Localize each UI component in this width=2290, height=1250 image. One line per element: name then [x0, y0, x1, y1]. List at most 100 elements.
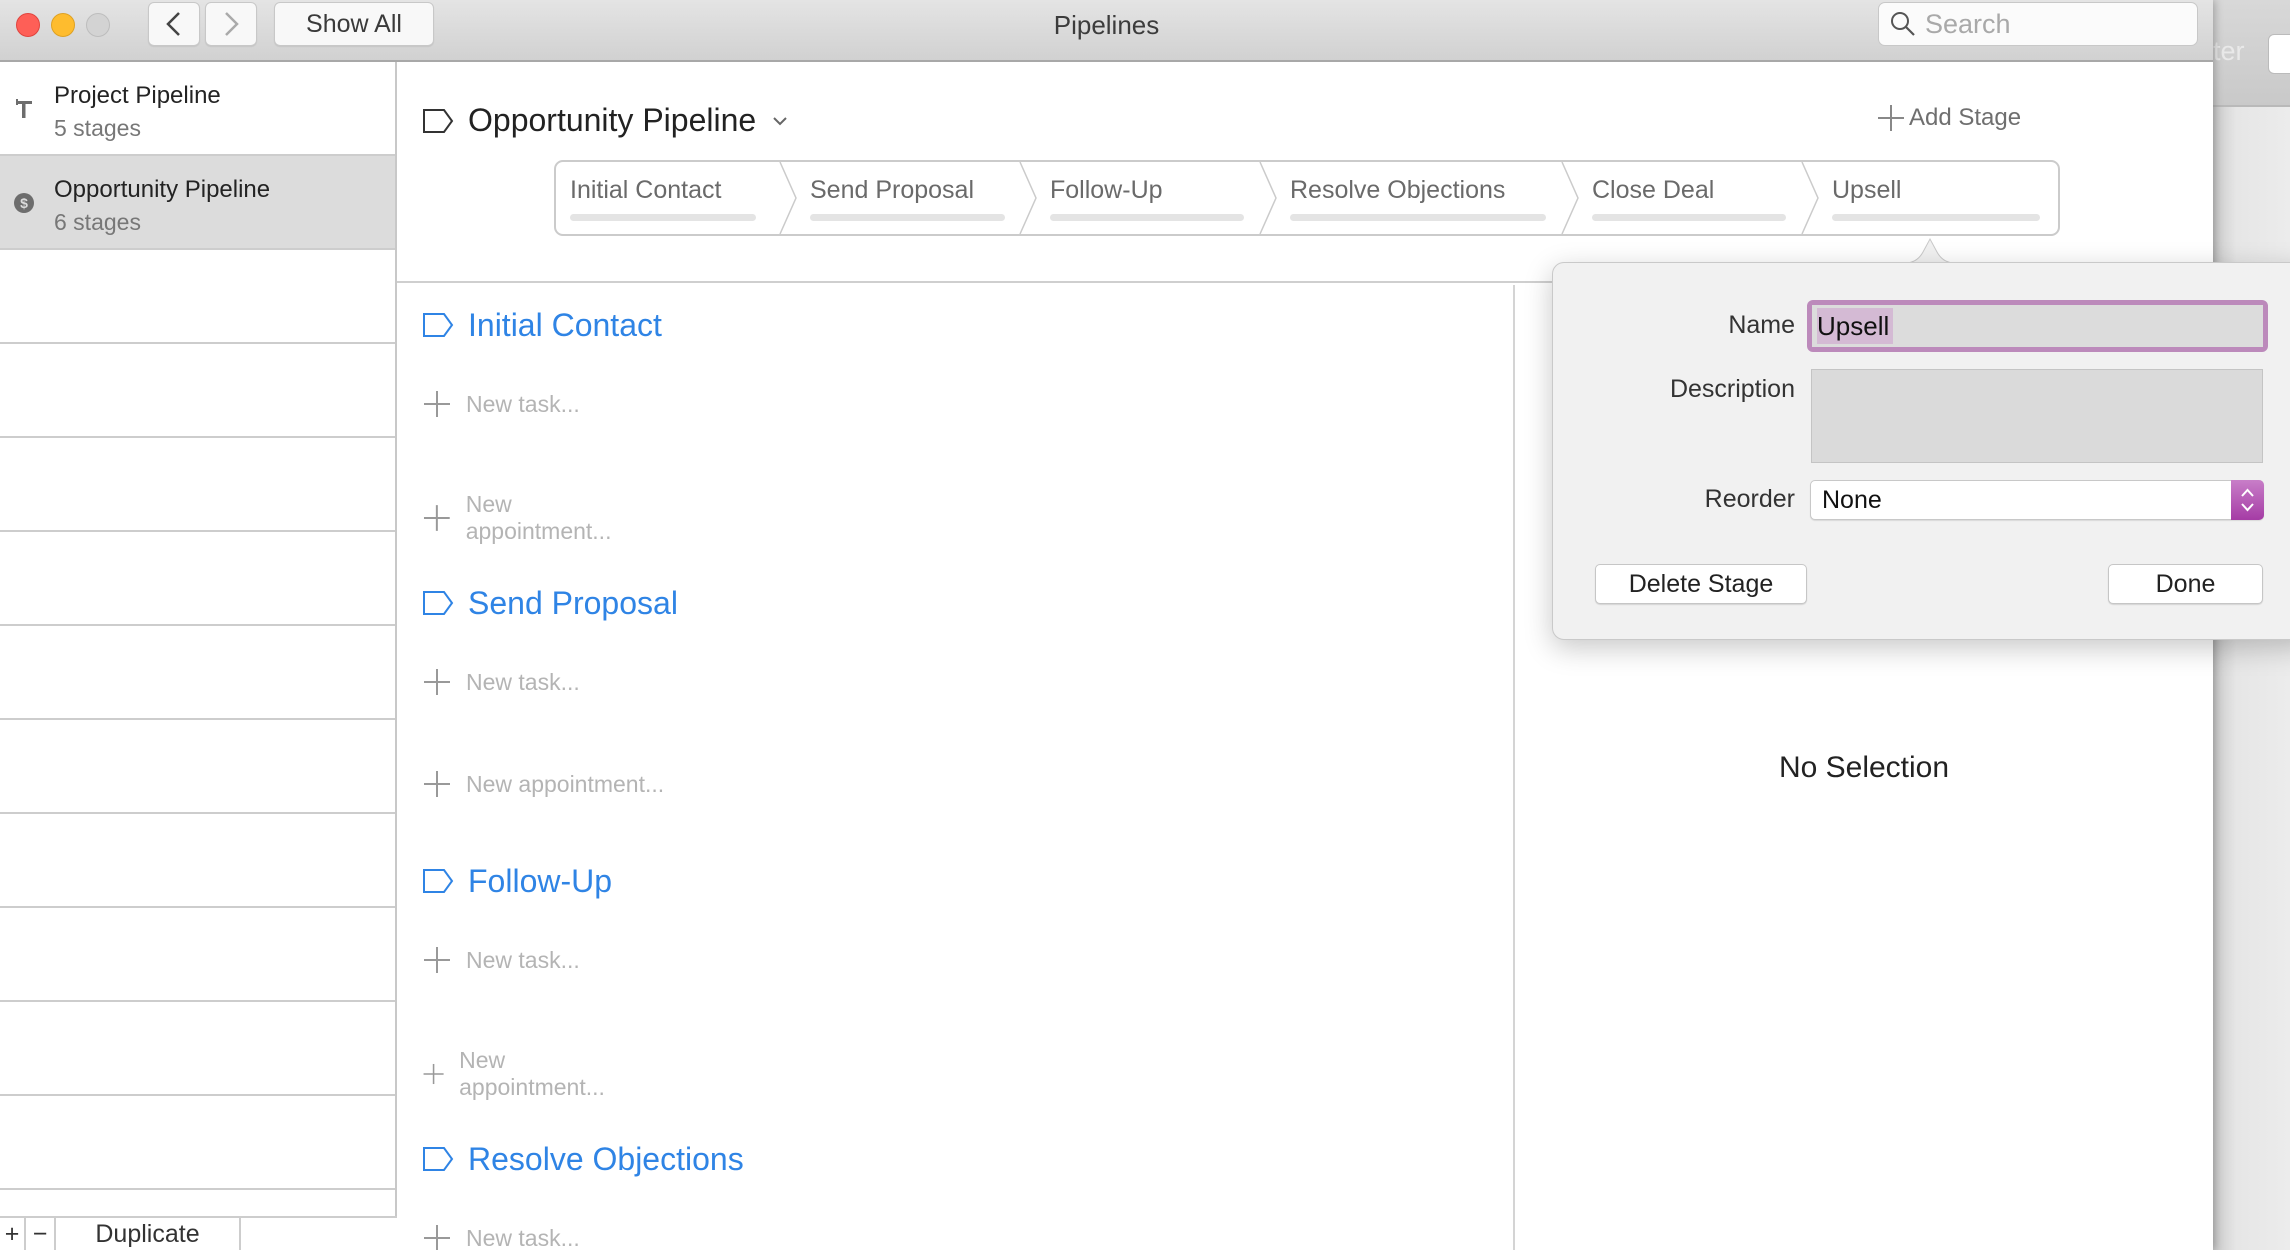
svg-text:$: $: [20, 195, 28, 211]
stage-section-title: Resolve Objections: [468, 1140, 744, 1177]
new-task-button[interactable]: New task...: [422, 389, 580, 419]
sidebar-empty-row: [0, 720, 395, 814]
stage-progress-bar: [570, 214, 756, 221]
sidebar-item-project-pipeline[interactable]: Project Pipeline 5 stages: [0, 62, 395, 156]
new-task-label: New task...: [466, 1224, 580, 1250]
dollar-circle-icon: $: [14, 193, 34, 213]
no-selection-label: No Selection: [1778, 751, 1950, 784]
stage-chip-label: Close Deal: [1592, 176, 1715, 204]
new-appointment-label: New appointment...: [459, 1047, 605, 1100]
up-down-chevron-icon: [2241, 488, 2254, 512]
new-appointment-button[interactable]: New appointment...: [422, 769, 664, 799]
sidebar-bottom-bar: + − Duplicate: [0, 1216, 397, 1250]
stage-separator-icon: [779, 162, 797, 234]
search-field[interactable]: [1878, 2, 2198, 46]
stage-chip-label: Resolve Objections: [1290, 176, 1506, 204]
stage-chip-send-proposal[interactable]: Send Proposal: [796, 162, 1018, 234]
stage-chip-label: Initial Contact: [570, 176, 722, 204]
background-window-titlebar: ter: [2213, 0, 2290, 107]
stage-separator-icon: [1019, 162, 1037, 234]
background-window-control: [2268, 34, 2290, 74]
sidebar-empty-row: [0, 438, 395, 532]
stage-breadcrumb-bar: Initial Contact Send Proposal Follow-Up …: [554, 160, 2060, 236]
stage-separator-icon: [1259, 162, 1277, 234]
stage-section-initial-contact: Initial Contact New task... New appointm…: [422, 305, 662, 544]
pipeline-title-menu[interactable]: Opportunity Pipeline: [422, 102, 788, 139]
reorder-label: Reorder: [1704, 485, 1795, 513]
popup-stepper[interactable]: [2231, 480, 2264, 520]
stage-section-title: Follow-Up: [468, 862, 613, 899]
stage-name-field[interactable]: [1807, 300, 2268, 352]
new-task-button[interactable]: New task...: [422, 945, 580, 975]
edit-stage-popover: Name Description Reorder None Delete Sta…: [1552, 262, 2290, 640]
new-task-button[interactable]: New task...: [422, 667, 580, 697]
title-bar: Show All Pipelines: [0, 0, 2213, 62]
sidebar-empty-row: [0, 344, 395, 438]
description-label: Description: [1669, 375, 1795, 403]
stage-chip-follow-up[interactable]: Follow-Up: [1036, 162, 1258, 234]
stage-section-header[interactable]: Initial Contact: [422, 305, 662, 345]
sidebar-item-subtitle: 5 stages: [54, 115, 141, 141]
stage-section-title: Send Proposal: [468, 584, 678, 621]
sidebar-item-opportunity-pipeline[interactable]: $ Opportunity Pipeline 6 stages: [0, 156, 395, 250]
chevron-down-icon: [773, 116, 787, 125]
stage-chip-resolve-objections[interactable]: Resolve Objections: [1276, 162, 1560, 234]
done-button[interactable]: Done: [2108, 564, 2263, 604]
pipeline-title: Opportunity Pipeline: [468, 102, 757, 138]
stage-chip-close-deal[interactable]: Close Deal: [1578, 162, 1800, 234]
sidebar-empty-row: [0, 1002, 395, 1096]
search-input[interactable]: [1925, 8, 2185, 40]
sidebar-item-subtitle: 6 stages: [54, 209, 141, 235]
add-stage-label: Add Stage: [1909, 104, 2022, 131]
new-task-button[interactable]: New task...: [422, 1223, 580, 1250]
sidebar-empty-row: [0, 908, 395, 1002]
stage-section-follow-up: Follow-Up New task... New appointment...: [422, 861, 612, 1100]
stage-progress-bar: [810, 214, 1005, 221]
stage-tag-icon: [423, 108, 454, 133]
stage-tag-icon: [423, 869, 454, 893]
sidebar-empty-row: [0, 250, 395, 344]
new-appointment-button[interactable]: New appointment...: [422, 491, 662, 545]
search-icon: [1891, 12, 1915, 36]
stage-tag-icon: [423, 591, 454, 615]
plus-icon: [424, 391, 450, 417]
stage-progress-bar: [1050, 214, 1244, 221]
plus-icon: [423, 1063, 444, 1085]
stage-tag-icon: [423, 1147, 454, 1171]
hammer-icon: [16, 99, 32, 118]
stage-chip-label: Follow-Up: [1050, 176, 1163, 204]
plus-icon: [424, 1225, 450, 1250]
plus-icon: [424, 771, 450, 797]
plus-icon: [1878, 105, 1904, 131]
stage-chip-label: Upsell: [1832, 176, 1902, 204]
sidebar-empty-row: [0, 532, 395, 626]
reorder-select[interactable]: None: [1810, 480, 2264, 520]
stage-section-header[interactable]: Follow-Up: [422, 861, 612, 901]
background-window-text: ter: [2213, 36, 2245, 66]
new-appointment-label: New appointment...: [466, 770, 665, 797]
stage-progress-bar: [1592, 214, 1786, 221]
stage-section-send-proposal: Send Proposal New task... New appointmen…: [422, 583, 678, 797]
stage-description-input[interactable]: [1811, 369, 2263, 463]
new-task-label: New task...: [466, 668, 580, 695]
reorder-selected-value: None: [1822, 486, 1882, 514]
stage-section-header[interactable]: Send Proposal: [422, 583, 678, 623]
new-task-label: New task...: [466, 390, 580, 417]
stage-section-header[interactable]: Resolve Objections: [422, 1139, 744, 1179]
new-appointment-button[interactable]: New appointment...: [422, 1047, 612, 1101]
stage-chip-initial-contact[interactable]: Initial Contact: [556, 162, 780, 234]
stage-separator-icon: [1561, 162, 1579, 234]
stage-progress-bar: [1290, 214, 1546, 221]
duplicate-pipeline-button[interactable]: Duplicate: [56, 1218, 241, 1250]
stage-name-input[interactable]: [1812, 305, 2263, 347]
new-appointment-label: New appointment...: [465, 491, 612, 544]
stage-chip-label: Send Proposal: [810, 176, 975, 204]
add-stage-button[interactable]: Add Stage: [1877, 104, 2021, 132]
stage-tag-icon: [423, 313, 454, 337]
add-pipeline-button[interactable]: +: [0, 1218, 26, 1250]
delete-stage-button[interactable]: Delete Stage: [1595, 564, 1807, 604]
remove-pipeline-button[interactable]: −: [26, 1218, 56, 1250]
stage-chip-upsell[interactable]: Upsell: [1818, 162, 2058, 234]
stage-sections-list: Initial Contact New task... New appointm…: [397, 285, 1513, 1250]
pipeline-list-sidebar: Project Pipeline 5 stages $ Opportunity …: [0, 62, 397, 1250]
